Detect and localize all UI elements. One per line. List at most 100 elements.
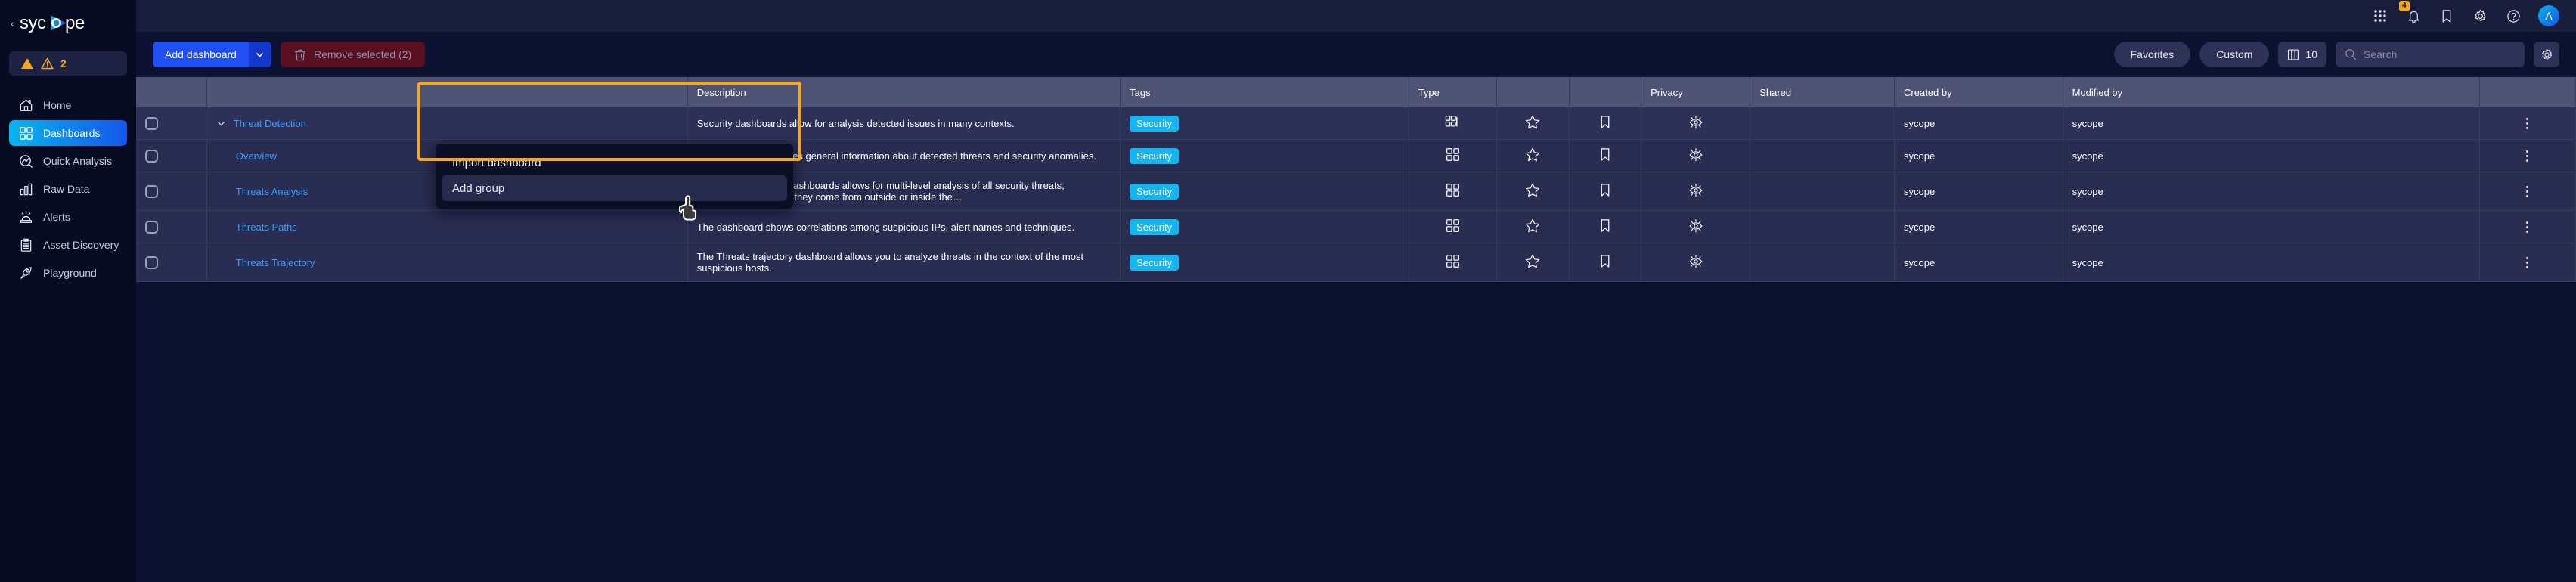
eye-public-icon[interactable] [1688, 183, 1704, 197]
row-privacy-cell[interactable] [1641, 172, 1751, 211]
help-icon[interactable] [2505, 8, 2522, 24]
kebab-menu-icon[interactable] [2480, 117, 2575, 129]
row-actions-cell[interactable] [2479, 139, 2576, 172]
star-icon[interactable] [1525, 254, 1540, 268]
row-actions-cell[interactable] [2479, 107, 2576, 140]
apps-grid-icon[interactable] [2372, 8, 2388, 24]
bookmark-icon[interactable] [1599, 183, 1611, 197]
columns-selector-button[interactable]: 10 [2278, 42, 2326, 67]
star-icon[interactable] [1525, 147, 1540, 162]
table-row[interactable]: Threats Trajectory The Threats trajectory… [136, 243, 2576, 282]
row-bookmark-cell[interactable] [1569, 107, 1642, 140]
sidebar-item-alerts[interactable]: Alerts [9, 204, 127, 230]
col-header-bookmark[interactable] [1569, 77, 1642, 107]
add-dashboard-button[interactable]: Add dashboard [153, 42, 271, 67]
chevron-left-icon[interactable]: ‹ [11, 18, 14, 29]
chevron-down-icon[interactable] [248, 42, 271, 67]
col-header-tags[interactable]: Tags [1120, 77, 1409, 107]
kebab-menu-icon[interactable] [2480, 256, 2575, 268]
dashboard-name-link[interactable]: Threats Analysis [236, 186, 308, 197]
dashboard-name-link[interactable]: Threat Detection [234, 118, 306, 129]
eye-public-icon[interactable] [1688, 254, 1704, 268]
row-description-cell: The dashboard shows correlations among s… [687, 210, 1121, 243]
star-icon[interactable] [1525, 218, 1540, 233]
menu-item-import-dashboard[interactable]: Import dashboard [442, 150, 787, 175]
dashboard-name-link[interactable]: Threats Trajectory [236, 257, 315, 268]
row-favorite-cell[interactable] [1496, 243, 1570, 282]
row-favorite-cell[interactable] [1496, 210, 1570, 243]
bell-icon[interactable]: 4 [2399, 1, 2422, 24]
row-privacy-cell[interactable] [1641, 243, 1751, 282]
search-box[interactable] [2336, 42, 2525, 67]
table-settings-button[interactable] [2534, 42, 2559, 67]
row-favorite-cell[interactable] [1496, 172, 1570, 211]
row-actions-cell[interactable] [2479, 243, 2576, 282]
row-checkbox[interactable] [145, 184, 158, 198]
expand-chevron-down-icon[interactable] [216, 119, 226, 128]
table-row[interactable]: Threats Paths The dashboard shows correla… [136, 210, 2576, 243]
row-actions-cell[interactable] [2479, 210, 2576, 243]
col-header-description[interactable]: Description [687, 77, 1121, 107]
remove-selected-button[interactable]: Remove selected (2) [280, 42, 426, 67]
sidebar-item-raw-data[interactable]: Raw Data [9, 176, 127, 202]
bookmark-icon[interactable] [2438, 8, 2455, 24]
col-header-privacy[interactable]: Privacy [1641, 77, 1751, 107]
dashboard-name-link[interactable]: Overview [236, 150, 277, 162]
col-header-type[interactable]: Type [1409, 77, 1498, 107]
row-privacy-cell[interactable] [1641, 210, 1751, 243]
row-bookmark-cell[interactable] [1569, 243, 1642, 282]
row-actions-cell[interactable] [2479, 172, 2576, 211]
kebab-menu-icon[interactable] [2480, 150, 2575, 162]
col-header-modified-by[interactable]: Modified by [2063, 77, 2480, 107]
col-header-created-by[interactable]: Created by [1894, 77, 2063, 107]
add-dashboard-dropdown-menu[interactable]: Import dashboard Add group [436, 144, 793, 209]
sidebar-item-dashboards[interactable]: Dashboards [9, 120, 127, 146]
col-header-fav[interactable] [1496, 77, 1570, 107]
row-bookmark-cell[interactable] [1569, 172, 1642, 211]
bookmark-icon[interactable] [1599, 218, 1611, 233]
table-row[interactable]: Threat Detection Security dashboards allo… [136, 107, 2576, 140]
row-bookmark-cell[interactable] [1569, 139, 1642, 172]
col-header-shared[interactable]: Shared [1750, 77, 1895, 107]
col-header-check[interactable] [136, 77, 207, 107]
tag-badge[interactable]: Security [1130, 183, 1180, 200]
kebab-menu-icon[interactable] [2480, 185, 2575, 197]
brand[interactable]: ‹ syc pe [0, 8, 136, 39]
bookmark-icon[interactable] [1599, 115, 1611, 129]
row-favorite-cell[interactable] [1496, 139, 1570, 172]
sidebar-item-playground[interactable]: Playground [9, 260, 127, 286]
row-bookmark-cell[interactable] [1569, 210, 1642, 243]
col-header-name[interactable] [206, 77, 688, 107]
eye-public-icon[interactable] [1688, 147, 1704, 162]
star-icon[interactable] [1525, 183, 1540, 197]
row-privacy-cell[interactable] [1641, 139, 1751, 172]
menu-item-add-group[interactable]: Add group [442, 175, 787, 201]
bookmark-icon[interactable] [1599, 254, 1611, 268]
kebab-menu-icon[interactable] [2480, 221, 2575, 233]
tag-badge[interactable]: Security [1130, 254, 1180, 271]
tag-badge[interactable]: Security [1130, 218, 1180, 235]
favorites-filter-button[interactable]: Favorites [2113, 42, 2191, 67]
eye-public-icon[interactable] [1688, 218, 1704, 233]
gear-icon[interactable] [2472, 8, 2488, 24]
star-icon[interactable] [1525, 115, 1540, 129]
dashboard-name-link[interactable]: Threats Paths [236, 221, 297, 233]
row-checkbox[interactable] [145, 149, 158, 163]
avatar[interactable]: A [2538, 5, 2559, 26]
row-checkbox[interactable] [145, 220, 158, 234]
row-checkbox[interactable] [145, 116, 158, 130]
tag-badge[interactable]: Security [1130, 147, 1180, 164]
custom-filter-button[interactable]: Custom [2199, 42, 2270, 67]
row-favorite-cell[interactable] [1496, 107, 1570, 140]
bookmark-icon[interactable] [1599, 147, 1611, 162]
alert-indicator[interactable]: 2 [9, 51, 127, 76]
sidebar-item-quick-analysis[interactable]: Quick Analysis [9, 148, 127, 174]
sidebar-item-home[interactable]: Home [9, 92, 127, 118]
row-privacy-cell[interactable] [1641, 107, 1751, 140]
tag-badge[interactable]: Security [1130, 115, 1180, 132]
row-checkbox[interactable] [145, 255, 158, 269]
row-checkbox-cell [136, 172, 207, 211]
eye-public-icon[interactable] [1688, 115, 1704, 129]
search-input[interactable] [2364, 48, 2516, 60]
sidebar-item-asset-discovery[interactable]: Asset Discovery [9, 232, 127, 258]
